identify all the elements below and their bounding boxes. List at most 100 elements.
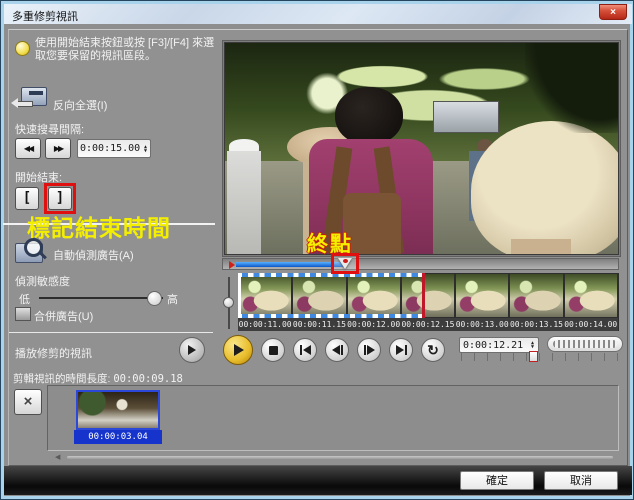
close-button[interactable]: × xyxy=(599,4,627,20)
clip-tray: 00:00:03.04 xyxy=(47,385,619,451)
next-frame-button[interactable] xyxy=(357,338,381,362)
video-preview xyxy=(225,43,618,254)
strip-zoom-slider[interactable] xyxy=(223,275,235,331)
frame-timestamp: 00:00:13.00 xyxy=(455,318,510,331)
sensitivity-high-label: 高 xyxy=(167,294,178,306)
scrubber-track[interactable] xyxy=(222,258,619,270)
frame-timestamp: 00:00:12.00 xyxy=(346,318,401,331)
repeat-icon: ↻ xyxy=(427,341,439,358)
prev-frame-bar xyxy=(340,345,343,355)
background-structure xyxy=(433,101,499,133)
cancel-button[interactable]: 取消 xyxy=(544,471,618,490)
merge-ads-icon xyxy=(15,307,31,321)
tray-scrollbar[interactable] xyxy=(67,456,613,459)
filmstrip-frame[interactable]: 00:00:13.00 xyxy=(455,273,510,331)
auto-detect-ads-button[interactable]: 自動偵測廣告(A) xyxy=(53,247,134,263)
merge-ads-button[interactable]: 合併廣告(U) xyxy=(34,308,93,324)
spin-down-icon: ▼ xyxy=(530,344,534,350)
frame-timestamp: 00:00:11.15 xyxy=(292,318,347,331)
ok-button[interactable]: 確定 xyxy=(460,471,534,490)
jump-start-button[interactable] xyxy=(293,338,317,362)
trim-duration: 剪輯視訊的時間長度: 00:00:09.18 xyxy=(13,371,183,386)
sensitivity-slider-handle[interactable] xyxy=(147,291,162,306)
footer-bar: 確定 取消 xyxy=(4,466,632,495)
play-icon xyxy=(188,345,196,355)
filmstrip-frame[interactable]: 00:00:13.15 xyxy=(509,273,564,331)
play-button[interactable] xyxy=(223,335,253,365)
jump-end-button[interactable] xyxy=(389,338,413,362)
delete-clip-button[interactable]: × xyxy=(14,389,42,415)
fast-forward-icon: ▶▶ xyxy=(53,144,64,153)
jog-wheel[interactable] xyxy=(547,336,623,352)
x-icon: × xyxy=(23,393,33,410)
mark-start-bracket: [ xyxy=(22,190,32,206)
frame-timestamp: 00:00:13.15 xyxy=(509,318,564,331)
scroll-left-icon: ◀ xyxy=(55,454,61,461)
foliage-overlay xyxy=(525,43,618,133)
tray-scroll-left-button[interactable]: ◀ xyxy=(55,453,60,461)
arrow-head-shape xyxy=(11,98,18,108)
play-icon xyxy=(234,344,244,356)
current-position-line xyxy=(422,273,425,318)
frame-thumbnail xyxy=(401,274,455,317)
frame-thumbnail xyxy=(239,274,292,317)
shuttle-ruler[interactable] xyxy=(461,353,623,361)
timecode-field[interactable]: 0:00:12.21 ▲ ▼ xyxy=(459,337,539,353)
mark-start-button[interactable]: [ xyxy=(15,187,39,210)
shuttle-marker[interactable] xyxy=(529,351,538,362)
invert-selection-button[interactable]: 反向全選(I) xyxy=(53,97,107,113)
sensitivity-low-label: 低 xyxy=(19,294,30,306)
duration-value: 00:00:09.18 xyxy=(113,373,183,385)
jump-start-tri xyxy=(302,345,311,355)
filmstrip-frame[interactable]: 00:00:12.00 xyxy=(346,273,401,331)
spin-down-icon: ▼ xyxy=(143,147,147,154)
white-shirt-body xyxy=(227,151,261,254)
hint-bulb-icon xyxy=(15,41,30,56)
next-frame-icon xyxy=(366,345,375,355)
woman-hair xyxy=(335,87,403,145)
clip-thumbnail[interactable] xyxy=(76,390,160,430)
scrubber-handle-dot xyxy=(343,259,348,263)
sensitivity-label: 偵測敏感度 xyxy=(15,276,70,288)
frame-timestamp: 00:00:14.00 xyxy=(563,318,618,331)
duration-label: 剪輯視訊的時間長度: xyxy=(13,373,111,385)
stop-button[interactable] xyxy=(261,338,285,362)
mark-end-bracket: ] xyxy=(55,190,65,206)
interval-spinner[interactable]: ▲ ▼ xyxy=(143,144,148,154)
preview-frame xyxy=(222,40,621,257)
auto-detect-icon xyxy=(15,237,49,265)
trim-start-marker[interactable] xyxy=(229,261,235,269)
filmstrip-frame[interactable]: 00:00:12.15 xyxy=(400,273,456,331)
zoom-slider-handle[interactable] xyxy=(223,297,234,308)
quick-search-label: 快速搜尋間隔: xyxy=(15,124,85,136)
jump-end-icon xyxy=(395,345,404,355)
quick-search-interval-field[interactable]: 0:00:15.00 ▲ ▼ xyxy=(77,139,151,158)
next-frame-bar xyxy=(363,345,366,355)
filmstrip: 00:00:11.00 00:00:11.15 00:00:12.00 00:0… xyxy=(238,273,619,331)
scrubber-highlight-box xyxy=(331,253,359,274)
search-forward-button[interactable]: ▶▶ xyxy=(45,138,71,159)
repeat-button[interactable]: ↻ xyxy=(421,338,445,362)
filmstrip-frame[interactable]: 00:00:14.00 xyxy=(563,273,618,331)
frame-timestamp: 00:00:11.00 xyxy=(238,318,293,331)
hat-person-shoulder xyxy=(511,239,571,254)
progress-bar xyxy=(236,262,344,267)
frame-thumbnail xyxy=(456,274,509,317)
frame-thumbnail xyxy=(293,274,346,317)
timecode-value: 0:00:12.21 xyxy=(463,339,524,351)
multi-trim-dialog: 多重修剪視訊 × 使用開始結束按鈕或按 [F3]/[F4] 來選取您要保留的視訊… xyxy=(0,0,634,500)
search-backward-button[interactable]: ◀◀ xyxy=(15,138,41,159)
filmstrip-frame[interactable]: 00:00:11.00 xyxy=(238,273,293,331)
dialog-title: 多重修剪視訊 xyxy=(12,11,78,23)
frame-thumbnail xyxy=(347,274,400,317)
prev-frame-icon xyxy=(331,345,340,355)
mark-end-button[interactable]: ] xyxy=(48,187,72,210)
play-trimmed-button[interactable] xyxy=(179,337,205,363)
filmstrip-frame[interactable]: 00:00:11.15 xyxy=(292,273,347,331)
prev-frame-button[interactable] xyxy=(325,338,349,362)
divider xyxy=(9,332,213,333)
timecode-spinner[interactable]: ▲ ▼ xyxy=(530,341,535,350)
title-bar: 多重修剪視訊 xyxy=(4,4,632,24)
rewind-icon: ◀◀ xyxy=(23,144,34,153)
sensitivity-track[interactable] xyxy=(39,297,163,299)
